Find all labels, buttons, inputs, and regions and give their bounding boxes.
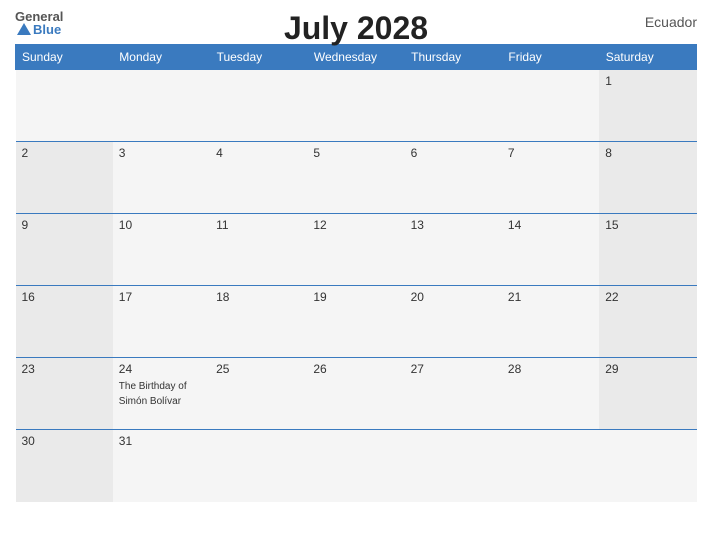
calendar-cell — [502, 70, 599, 142]
day-header-tuesday: Tuesday — [210, 45, 307, 70]
day-number: 20 — [411, 290, 496, 304]
day-header-monday: Monday — [113, 45, 210, 70]
week-row-4: 23 24 The Birthday of Simón Bolívar 25 26 27 2… — [16, 358, 697, 430]
day-number: 10 — [119, 218, 204, 232]
day-number: 9 — [22, 218, 107, 232]
calendar-cell — [210, 430, 307, 502]
day-number: 2 — [22, 146, 107, 160]
calendar-cell: 26 — [307, 358, 404, 430]
calendar-header: General Blue July 2028 Ecuador — [15, 10, 697, 36]
day-header-friday: Friday — [502, 45, 599, 70]
day-number: 24 — [119, 362, 204, 376]
day-number: 17 — [119, 290, 204, 304]
calendar-cell: 4 — [210, 142, 307, 214]
calendar-cell: 20 — [405, 286, 502, 358]
day-header-wednesday: Wednesday — [307, 45, 404, 70]
calendar-cell: 10 — [113, 214, 210, 286]
day-number: 1 — [605, 74, 690, 88]
day-number: 11 — [216, 218, 301, 232]
day-header-thursday: Thursday — [405, 45, 502, 70]
day-number: 14 — [508, 218, 593, 232]
day-number: 13 — [411, 218, 496, 232]
calendar-cell — [307, 430, 404, 502]
event-text: The Birthday of Simón Bolívar — [119, 381, 187, 407]
calendar-cell: 6 — [405, 142, 502, 214]
logo-blue-text: Blue — [33, 23, 61, 36]
calendar-cell: 30 — [16, 430, 113, 502]
day-number: 5 — [313, 146, 398, 160]
calendar-cell: 14 — [502, 214, 599, 286]
calendar-cell — [16, 70, 113, 142]
calendar-cell — [502, 430, 599, 502]
calendar-container: General Blue July 2028 Ecuador SundayMon… — [0, 0, 712, 550]
calendar-cell: 27 — [405, 358, 502, 430]
day-header-saturday: Saturday — [599, 45, 696, 70]
calendar-cell — [599, 430, 696, 502]
calendar-cell: 7 — [502, 142, 599, 214]
day-number: 26 — [313, 362, 398, 376]
calendar-cell: 31 — [113, 430, 210, 502]
day-number: 8 — [605, 146, 690, 160]
day-number: 7 — [508, 146, 593, 160]
logo: General Blue — [15, 10, 63, 36]
day-number: 30 — [22, 434, 107, 448]
day-number: 28 — [508, 362, 593, 376]
calendar-cell: 8 — [599, 142, 696, 214]
calendar-cell: 25 — [210, 358, 307, 430]
calendar-cell: 23 — [16, 358, 113, 430]
calendar-cell — [405, 70, 502, 142]
calendar-title: July 2028 — [284, 10, 428, 47]
day-number: 22 — [605, 290, 690, 304]
week-row-5: 30 31 — [16, 430, 697, 502]
calendar-cell: 2 — [16, 142, 113, 214]
logo-triangle-icon — [17, 23, 31, 35]
day-number: 16 — [22, 290, 107, 304]
day-number: 21 — [508, 290, 593, 304]
calendar-cell: 1 — [599, 70, 696, 142]
days-header-row: SundayMondayTuesdayWednesdayThursdayFrid… — [16, 45, 697, 70]
day-number: 31 — [119, 434, 204, 448]
week-row-0: 1 — [16, 70, 697, 142]
calendar-cell: 22 — [599, 286, 696, 358]
day-number: 27 — [411, 362, 496, 376]
calendar-cell: 12 — [307, 214, 404, 286]
calendar-cell — [307, 70, 404, 142]
calendar-cell: 9 — [16, 214, 113, 286]
day-number: 25 — [216, 362, 301, 376]
calendar-cell: 28 — [502, 358, 599, 430]
day-number: 18 — [216, 290, 301, 304]
day-number: 15 — [605, 218, 690, 232]
calendar-cell: 5 — [307, 142, 404, 214]
calendar-cell: 19 — [307, 286, 404, 358]
week-row-2: 9 10 11 12 13 14 15 — [16, 214, 697, 286]
day-number: 23 — [22, 362, 107, 376]
day-number: 29 — [605, 362, 690, 376]
calendar-cell: 17 — [113, 286, 210, 358]
calendar-cell: 21 — [502, 286, 599, 358]
calendar-cell: 18 — [210, 286, 307, 358]
day-number: 12 — [313, 218, 398, 232]
calendar-cell — [113, 70, 210, 142]
calendar-cell: 13 — [405, 214, 502, 286]
day-number: 6 — [411, 146, 496, 160]
day-header-sunday: Sunday — [16, 45, 113, 70]
week-row-3: 16 17 18 19 20 21 22 — [16, 286, 697, 358]
logo-blue-row: Blue — [15, 23, 61, 36]
calendar-cell — [210, 70, 307, 142]
calendar-cell: 15 — [599, 214, 696, 286]
calendar-cell: 16 — [16, 286, 113, 358]
day-number: 4 — [216, 146, 301, 160]
day-number: 3 — [119, 146, 204, 160]
calendar-cell: 3 — [113, 142, 210, 214]
calendar-cell: 24 The Birthday of Simón Bolívar — [113, 358, 210, 430]
calendar-cell — [405, 430, 502, 502]
day-number: 19 — [313, 290, 398, 304]
calendar-cell: 11 — [210, 214, 307, 286]
country-label: Ecuador — [645, 10, 697, 30]
calendar-cell: 29 — [599, 358, 696, 430]
week-row-1: 2345678 — [16, 142, 697, 214]
calendar-table: SundayMondayTuesdayWednesdayThursdayFrid… — [15, 44, 697, 502]
